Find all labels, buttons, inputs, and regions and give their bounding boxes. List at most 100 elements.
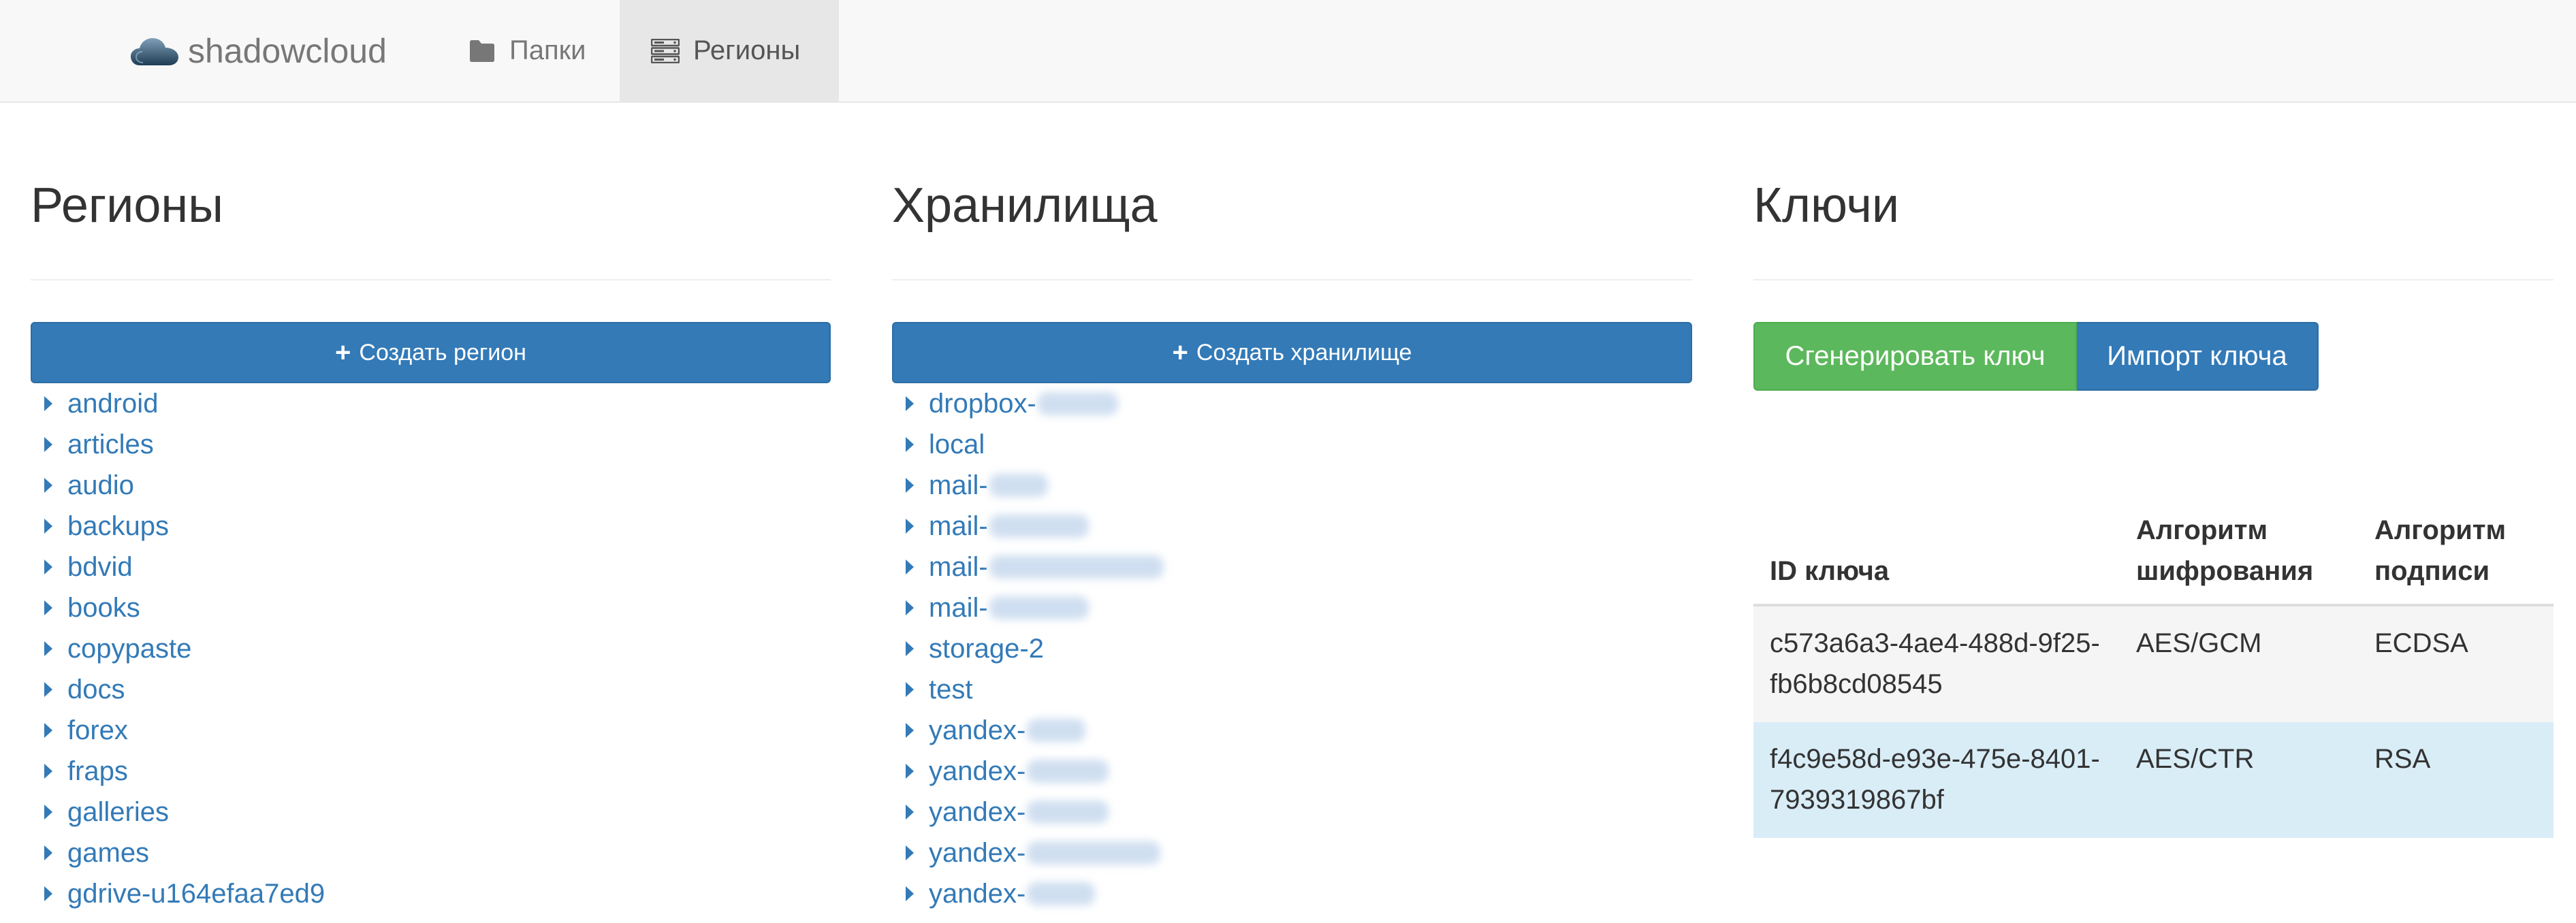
caret-right-icon xyxy=(44,682,52,697)
redacted-text xyxy=(1027,800,1109,824)
region-item[interactable]: audio xyxy=(31,465,325,506)
caret-right-icon xyxy=(906,805,914,820)
generate-key-button[interactable]: Сгенерировать ключ xyxy=(1753,322,2077,391)
region-item[interactable]: android xyxy=(31,383,325,424)
region-item[interactable]: galleries xyxy=(31,792,325,832)
import-key-button[interactable]: Импорт ключа xyxy=(2077,322,2319,391)
storage-item[interactable]: test xyxy=(892,669,1164,710)
signature-cell: RSA xyxy=(2358,722,2554,838)
caret-right-icon xyxy=(44,600,52,615)
region-item[interactable]: games xyxy=(31,832,325,873)
region-item[interactable]: backups xyxy=(31,506,325,547)
server-icon xyxy=(651,38,680,63)
table-row[interactable]: c573a6a3-4ae4-488d-9f25-fb6b8cd08545 AES… xyxy=(1753,605,2554,722)
storage-item[interactable]: yandex- xyxy=(892,792,1164,832)
caret-right-icon xyxy=(906,600,914,615)
regions-divider xyxy=(31,279,831,280)
caret-right-icon xyxy=(44,560,52,574)
storage-item[interactable]: mail- xyxy=(892,465,1164,506)
brand-link[interactable]: shadowcloud xyxy=(131,0,387,101)
region-item[interactable]: forex xyxy=(31,710,325,751)
redacted-text xyxy=(1027,841,1161,864)
region-item[interactable]: books xyxy=(31,587,325,628)
brand-name: shadowcloud xyxy=(188,31,387,70)
storages-title: Хранилища xyxy=(892,178,1158,233)
plus-icon: + xyxy=(1172,338,1188,368)
caret-right-icon xyxy=(906,886,914,901)
keys-divider xyxy=(1753,279,2554,280)
signature-cell: ECDSA xyxy=(2358,605,2554,722)
regions-title: Регионы xyxy=(31,178,223,233)
redacted-text xyxy=(1027,760,1109,783)
nav-regions[interactable]: Регионы xyxy=(620,0,839,101)
storage-item[interactable]: mail- xyxy=(892,506,1164,547)
storage-item[interactable]: yandex- xyxy=(892,873,1164,914)
caret-right-icon xyxy=(44,478,52,493)
storages-list: dropbox- local mail- mail- mail- mail- s… xyxy=(892,383,1164,914)
folder-icon xyxy=(470,39,494,62)
caret-right-icon xyxy=(906,478,914,493)
encryption-cell: AES/GCM xyxy=(2120,605,2358,722)
storage-item[interactable]: yandex- xyxy=(892,710,1164,751)
column-header-key-id: ID ключа xyxy=(1753,504,2120,606)
create-region-label: Создать регион xyxy=(359,339,526,366)
caret-right-icon xyxy=(906,682,914,697)
caret-right-icon xyxy=(44,519,52,534)
storages-divider xyxy=(892,279,1692,280)
caret-right-icon xyxy=(44,764,52,779)
region-item[interactable]: fraps xyxy=(31,751,325,792)
caret-right-icon xyxy=(44,805,52,820)
caret-right-icon xyxy=(44,723,52,738)
caret-right-icon xyxy=(44,437,52,452)
caret-right-icon xyxy=(906,764,914,779)
region-item[interactable]: copypaste xyxy=(31,628,325,669)
keys-title: Ключи xyxy=(1753,178,1900,233)
redacted-text xyxy=(989,555,1164,579)
caret-right-icon xyxy=(906,845,914,860)
create-storage-label: Создать хранилище xyxy=(1196,339,1412,366)
region-item[interactable]: gdrive-u164efaa7ed9 xyxy=(31,873,325,914)
caret-right-icon xyxy=(44,886,52,901)
storage-item[interactable]: dropbox- xyxy=(892,383,1164,424)
storage-item[interactable]: local xyxy=(892,424,1164,465)
caret-right-icon xyxy=(906,560,914,574)
top-navbar: shadowcloud Папки Регионы xyxy=(0,0,2576,103)
caret-right-icon xyxy=(906,437,914,452)
table-header-row: ID ключа Алгоритм шифрования Алгоритм по… xyxy=(1753,504,2554,606)
nav-folders-label: Папки xyxy=(509,35,586,65)
storage-item[interactable]: mail- xyxy=(892,547,1164,587)
regions-list: android articles audio backups bdvid boo… xyxy=(31,383,325,914)
caret-right-icon xyxy=(906,396,914,411)
key-id-cell: f4c9e58d-e93e-475e-8401-7939319867bf xyxy=(1753,722,2120,838)
caret-right-icon xyxy=(44,396,52,411)
redacted-text xyxy=(1027,882,1096,905)
caret-right-icon xyxy=(906,641,914,656)
caret-right-icon xyxy=(906,723,914,738)
caret-right-icon xyxy=(44,641,52,656)
keys-button-group: Сгенерировать ключ Импорт ключа xyxy=(1753,322,2319,391)
region-item[interactable]: docs xyxy=(31,669,325,710)
create-storage-button[interactable]: + Создать хранилище xyxy=(892,322,1692,383)
nav-regions-label: Регионы xyxy=(693,35,801,65)
cloud-icon xyxy=(131,37,178,65)
redacted-text xyxy=(989,474,1048,497)
storage-item[interactable]: yandex- xyxy=(892,832,1164,873)
redacted-text xyxy=(989,596,1089,619)
region-item[interactable]: articles xyxy=(31,424,325,465)
plus-icon: + xyxy=(335,338,351,368)
caret-right-icon xyxy=(44,845,52,860)
redacted-text xyxy=(1037,392,1118,415)
create-region-button[interactable]: + Создать регион xyxy=(31,322,831,383)
redacted-text xyxy=(1027,719,1086,742)
column-header-signature: Алгоритм подписи xyxy=(2358,504,2554,606)
caret-right-icon xyxy=(906,519,914,534)
region-item[interactable]: bdvid xyxy=(31,547,325,587)
column-header-encryption: Алгоритм шифрования xyxy=(2120,504,2358,606)
keys-table: ID ключа Алгоритм шифрования Алгоритм по… xyxy=(1753,504,2554,838)
storage-item[interactable]: yandex- xyxy=(892,751,1164,792)
redacted-text xyxy=(989,515,1089,538)
storage-item[interactable]: mail- xyxy=(892,587,1164,628)
table-row[interactable]: f4c9e58d-e93e-475e-8401-7939319867bf AES… xyxy=(1753,722,2554,838)
nav-folders[interactable]: Папки xyxy=(437,0,620,101)
storage-item[interactable]: storage-2 xyxy=(892,628,1164,669)
